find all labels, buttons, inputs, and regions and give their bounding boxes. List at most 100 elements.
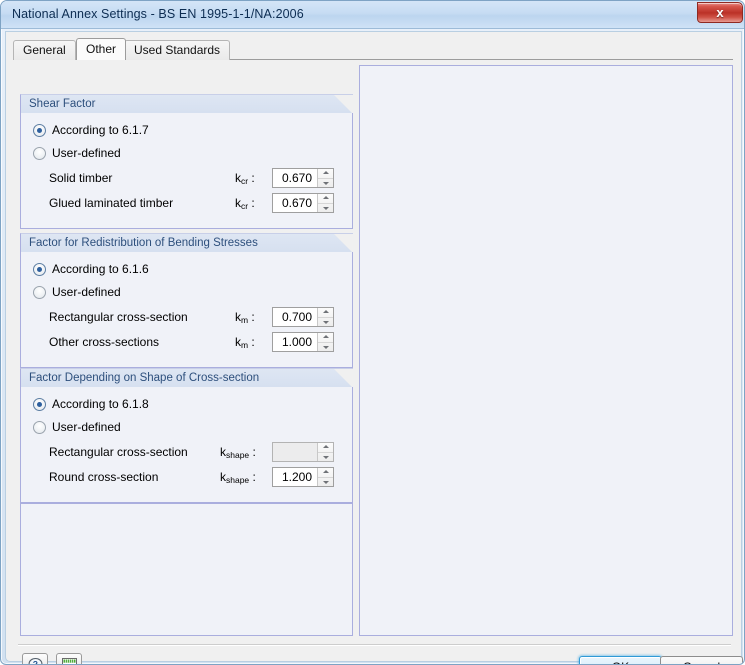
spinner-value (273, 443, 317, 461)
preview-pane (359, 65, 733, 636)
kshape-round-spinner[interactable]: 1.200 (272, 467, 334, 487)
field-symbol: kshape : (220, 470, 256, 485)
group-title: Factor Depending on Shape of Cross-secti… (29, 372, 260, 384)
radio-user-defined-shear[interactable]: User-defined (33, 145, 121, 161)
field-row-solid-timber: Solid timber kcr : 0.670 (21, 168, 354, 190)
radio-according-to-618[interactable]: According to 6.1.8 (33, 396, 149, 412)
group-body: According to 6.1.8 User-defined Rectangu… (20, 387, 353, 503)
field-label: Rectangular cross-section (49, 310, 188, 324)
left-empty-panel (20, 503, 353, 636)
field-label: Solid timber (49, 171, 113, 185)
group-header: Shear Factor (20, 94, 353, 113)
radio-indicator (33, 123, 46, 137)
spinner-value[interactable]: 0.700 (273, 308, 317, 326)
radio-label: User-defined (52, 420, 121, 434)
spinner-down-icon[interactable] (318, 478, 333, 487)
group-header-chamfer (334, 234, 353, 252)
field-symbol: kcr : (235, 171, 255, 186)
field-symbol: kcr : (235, 196, 255, 211)
spinner-value[interactable]: 0.670 (273, 169, 317, 187)
field-symbol-subscript: m (241, 340, 249, 350)
spinner-up-icon[interactable] (318, 308, 333, 318)
radio-indicator (33, 146, 46, 160)
field-row-other-cross-sections-km: Other cross-sections km : 1.000 (21, 332, 354, 354)
spinner-up-icon[interactable] (318, 468, 333, 478)
svg-text:?: ? (33, 659, 38, 665)
field-row-rectangular-cross-section-kshape: Rectangular cross-section kshape : (21, 442, 354, 464)
field-row-round-cross-section-kshape: Round cross-section kshape : 1.200 (21, 467, 354, 489)
field-symbol: km : (235, 335, 255, 350)
footer-separator (18, 644, 731, 646)
spinner-up-icon (318, 443, 333, 453)
group-body: According to 6.1.7 User-defined Solid ti… (20, 113, 353, 229)
spinner-down-icon[interactable] (318, 204, 333, 213)
spinner-buttons[interactable] (317, 169, 333, 187)
national-annex-settings-dialog: National Annex Settings - BS EN 1995-1-1… (0, 0, 745, 665)
radio-user-defined-redistribution[interactable]: User-defined (33, 284, 121, 300)
field-row-glued-laminated-timber: Glued laminated timber kcr : 0.670 (21, 193, 354, 215)
field-label: Rectangular cross-section (49, 445, 188, 459)
kshape-rectangular-spinner (272, 442, 334, 462)
spinner-up-icon[interactable] (318, 333, 333, 343)
spinner-value[interactable]: 1.000 (273, 333, 317, 351)
units-decimal-icon: 0.00 (62, 658, 77, 664)
field-label: Round cross-section (49, 470, 159, 484)
group-title: Shear Factor (29, 98, 96, 110)
radio-according-to-617[interactable]: According to 6.1.7 (33, 122, 149, 138)
spinner-up-icon[interactable] (318, 169, 333, 179)
radio-user-defined-shape[interactable]: User-defined (33, 419, 121, 435)
spinner-down-icon[interactable] (318, 179, 333, 188)
radio-label: According to 6.1.7 (52, 123, 149, 137)
tab-other[interactable]: Other (76, 38, 127, 60)
title-bar: National Annex Settings - BS EN 1995-1-1… (1, 1, 744, 29)
field-symbol-subscript: shape (226, 475, 250, 485)
field-symbol: km : (235, 310, 255, 325)
radio-indicator (33, 420, 46, 434)
group-shear-factor: Shear Factor According to 6.1.7 User-def… (20, 94, 353, 229)
group-header: Factor for Redistribution of Bending Str… (20, 233, 353, 252)
help-question-bubble-icon: ? (28, 657, 43, 665)
units-button[interactable]: 0.00 (56, 653, 82, 664)
tab-used-standards[interactable]: Used Standards (124, 40, 231, 60)
field-symbol: kshape : (220, 445, 256, 460)
group-header-chamfer (334, 95, 353, 113)
spinner-up-icon[interactable] (318, 194, 333, 204)
dialog-client-area: General Other Used Standards Shear Facto… (5, 31, 743, 665)
field-row-rectangular-cross-section-km: Rectangular cross-section km : 0.700 (21, 307, 354, 329)
radio-indicator (33, 285, 46, 299)
field-symbol-subscript: cr (241, 201, 249, 211)
close-window-button[interactable]: x (697, 2, 743, 23)
radio-according-to-616[interactable]: According to 6.1.6 (33, 261, 149, 277)
group-header: Factor Depending on Shape of Cross-secti… (20, 368, 353, 387)
km-other-spinner[interactable]: 1.000 (272, 332, 334, 352)
kcr-glued-laminated-spinner[interactable]: 0.670 (272, 193, 334, 213)
spinner-down-icon[interactable] (318, 343, 333, 352)
group-body: According to 6.1.6 User-defined Rectangu… (20, 252, 353, 368)
field-label: Glued laminated timber (49, 196, 174, 210)
spinner-buttons (317, 443, 333, 461)
radio-indicator (33, 262, 46, 276)
radio-label: According to 6.1.6 (52, 262, 149, 276)
cancel-button[interactable]: Cancel (660, 656, 743, 664)
help-button[interactable]: ? (22, 653, 48, 665)
group-header-chamfer (334, 369, 353, 387)
kcr-solid-timber-spinner[interactable]: 0.670 (272, 168, 334, 188)
spinner-buttons[interactable] (317, 333, 333, 351)
spinner-buttons[interactable] (317, 308, 333, 326)
spinner-value[interactable]: 0.670 (273, 194, 317, 212)
window-title: National Annex Settings - BS EN 1995-1-1… (12, 7, 304, 21)
km-rectangular-spinner[interactable]: 0.700 (272, 307, 334, 327)
field-label: Other cross-sections (49, 335, 160, 349)
spinner-buttons[interactable] (317, 194, 333, 212)
field-symbol-subscript: cr (241, 176, 249, 186)
radio-label: According to 6.1.8 (52, 397, 149, 411)
spinner-buttons[interactable] (317, 468, 333, 486)
ok-button[interactable]: OK (579, 656, 662, 664)
spinner-value[interactable]: 1.200 (273, 468, 317, 486)
group-shape-factor: Factor Depending on Shape of Cross-secti… (20, 368, 353, 503)
radio-indicator (33, 397, 46, 411)
left-pane: Shear Factor According to 6.1.7 User-def… (20, 65, 353, 636)
tab-general[interactable]: General (13, 40, 76, 60)
spinner-down-icon[interactable] (318, 318, 333, 327)
close-icon: x (716, 5, 724, 20)
